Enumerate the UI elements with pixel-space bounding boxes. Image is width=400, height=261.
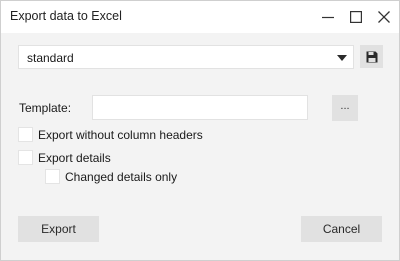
preset-dropdown-value: standard bbox=[27, 51, 74, 65]
changed-details-label: Changed details only bbox=[65, 169, 178, 184]
browse-template-button[interactable]: ... bbox=[332, 95, 358, 121]
changed-details-checkbox[interactable] bbox=[45, 169, 60, 184]
minimize-icon bbox=[322, 16, 334, 19]
maximize-button[interactable] bbox=[342, 1, 370, 33]
template-label: Template: bbox=[19, 101, 72, 115]
export-details-option[interactable]: Export details bbox=[18, 150, 111, 165]
export-dialog: Export data to Excel standard Template: … bbox=[0, 0, 400, 261]
minimize-button[interactable] bbox=[314, 1, 342, 33]
template-input[interactable] bbox=[92, 95, 308, 120]
without-headers-checkbox[interactable] bbox=[18, 127, 33, 142]
title-bar: Export data to Excel bbox=[1, 1, 399, 33]
window-title: Export data to Excel bbox=[10, 9, 122, 23]
close-icon bbox=[378, 11, 390, 23]
cancel-button[interactable]: Cancel bbox=[301, 216, 382, 242]
changed-details-option[interactable]: Changed details only bbox=[45, 169, 177, 184]
export-details-checkbox[interactable] bbox=[18, 150, 33, 165]
without-headers-option[interactable]: Export without column headers bbox=[18, 127, 203, 142]
close-button[interactable] bbox=[370, 1, 398, 33]
export-button[interactable]: Export bbox=[18, 216, 99, 242]
preset-dropdown[interactable]: standard bbox=[18, 45, 354, 69]
chevron-down-icon bbox=[337, 55, 347, 61]
without-headers-label: Export without column headers bbox=[38, 127, 203, 142]
save-preset-button[interactable] bbox=[360, 45, 383, 68]
maximize-icon bbox=[350, 11, 362, 23]
save-icon bbox=[366, 51, 377, 62]
export-details-label: Export details bbox=[38, 150, 111, 165]
